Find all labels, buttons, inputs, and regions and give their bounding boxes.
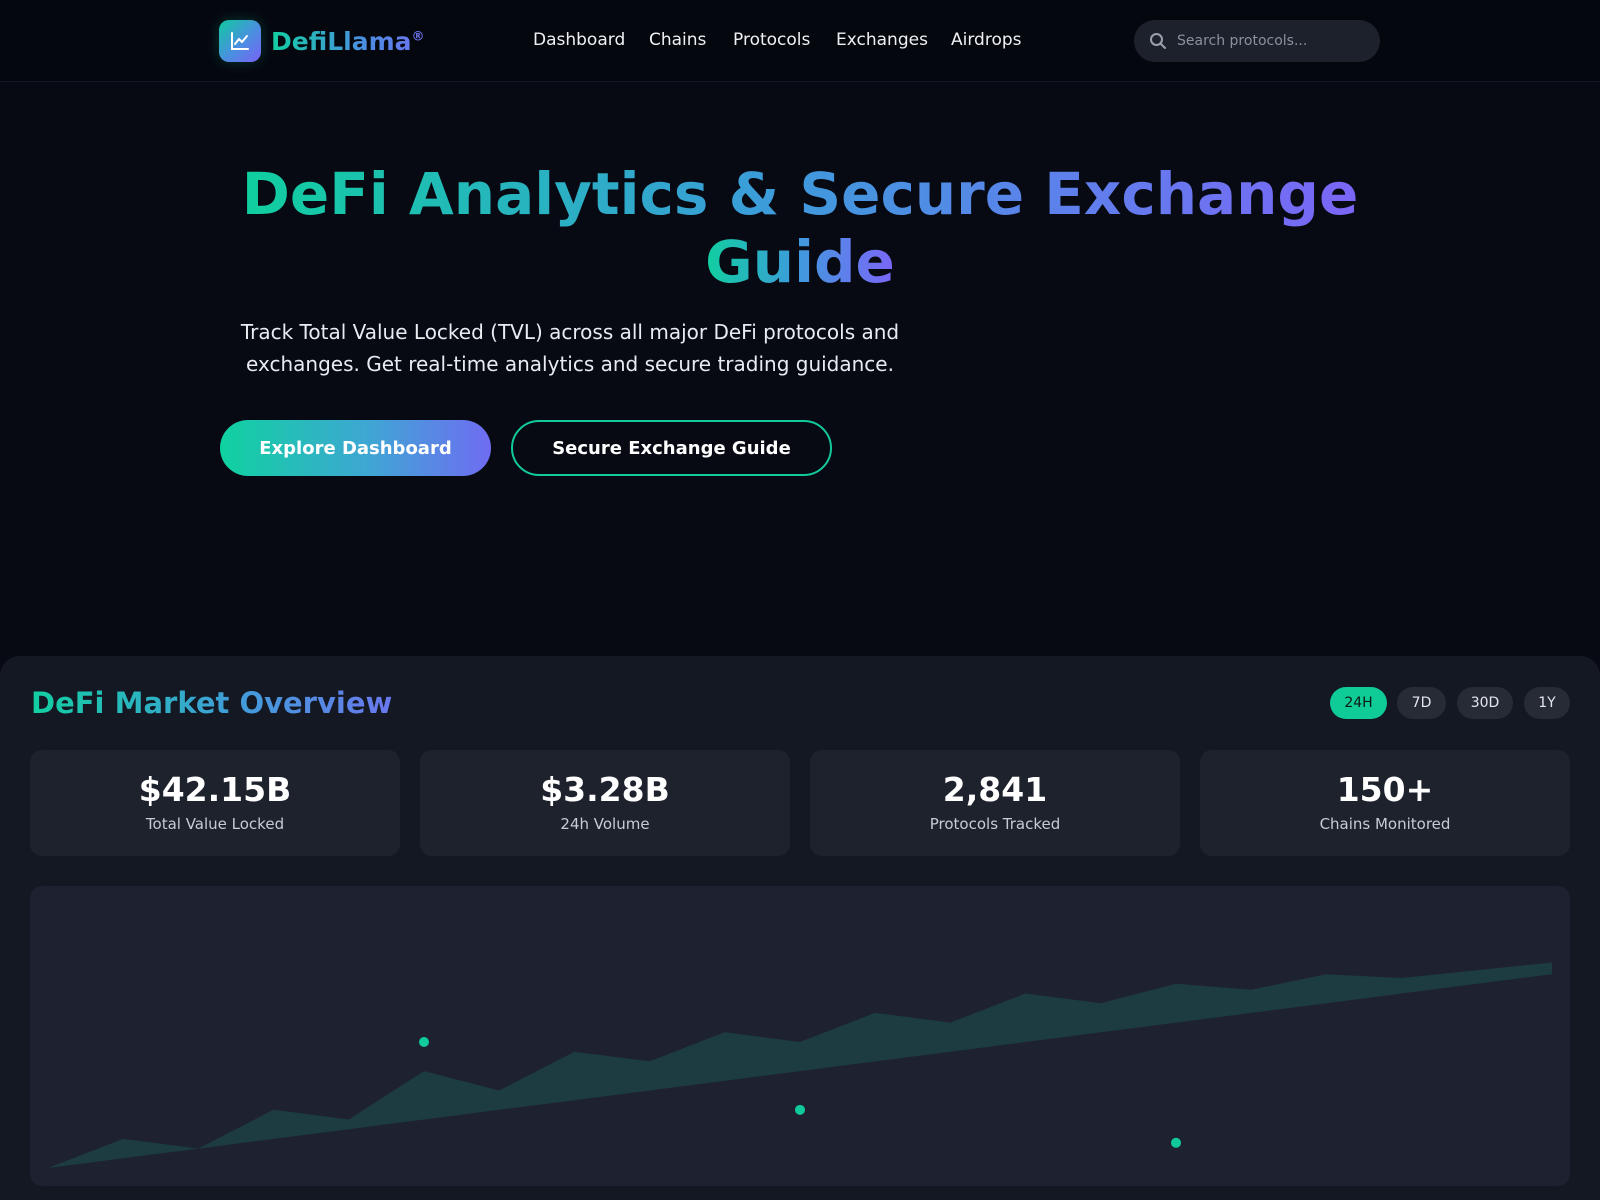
period-tab-1y[interactable]: 1Y — [1524, 687, 1570, 719]
stat-label: Total Value Locked — [145, 815, 285, 833]
chart-point-marker-3[interactable] — [1171, 1137, 1181, 1148]
stat-card-chains: 150+ Chains Monitored — [1200, 750, 1570, 856]
period-tab-30d[interactable]: 30D — [1457, 687, 1513, 719]
nav-protocols[interactable]: Protocols — [733, 30, 810, 50]
market-overview-panel: DeFi Market Overview 24H 7D 30D 1Y $42.1… — [0, 656, 1600, 1200]
stat-value: 2,841 — [942, 770, 1048, 809]
search-icon — [1150, 33, 1166, 49]
nav-exchanges[interactable]: Exchanges — [836, 30, 928, 50]
tvl-area — [48, 962, 1552, 1168]
top-navigation-bar: DefiLlama® Dashboard Chains Protocols Ex… — [0, 0, 1600, 82]
hero-title-line-2: Guide — [705, 228, 895, 296]
search-input[interactable] — [1177, 33, 1357, 49]
secure-exchange-guide-button[interactable]: Secure Exchange Guide — [511, 420, 832, 476]
stat-label: 24h Volume — [560, 815, 650, 833]
tvl-chart — [30, 886, 1570, 1186]
overview-title: DeFi Market Overview — [31, 686, 393, 720]
stat-value: $3.28B — [540, 770, 670, 809]
nav-dashboard[interactable]: Dashboard — [533, 30, 625, 50]
search-box[interactable] — [1134, 20, 1380, 62]
stat-label: Chains Monitored — [1319, 815, 1451, 833]
hero-title: DeFi Analytics & Secure Exchange Guide — [0, 160, 1600, 296]
hero-title-line-1: DeFi Analytics & Secure Exchange — [241, 160, 1359, 228]
chart-point-marker-1[interactable] — [419, 1037, 429, 1047]
tvl-chart-svg — [48, 962, 1552, 1168]
stat-value: $42.15B — [138, 770, 292, 809]
stat-card-protocols: 2,841 Protocols Tracked — [810, 750, 1180, 856]
period-tab-7d[interactable]: 7D — [1397, 687, 1446, 719]
stat-card-tvl: $42.15B Total Value Locked — [30, 750, 400, 856]
nav-chains[interactable]: Chains — [649, 30, 706, 50]
explore-dashboard-button[interactable]: Explore Dashboard — [220, 420, 491, 476]
nav-airdrops[interactable]: Airdrops — [951, 30, 1022, 50]
stat-value: 150+ — [1336, 770, 1434, 809]
stat-card-volume: $3.28B 24h Volume — [420, 750, 790, 856]
period-tab-24h[interactable]: 24H — [1330, 687, 1387, 719]
hero-subtitle: Track Total Value Locked (TVL) across al… — [240, 320, 900, 376]
chart-point-marker-2[interactable] — [795, 1104, 805, 1115]
stat-label: Protocols Tracked — [929, 815, 1061, 833]
